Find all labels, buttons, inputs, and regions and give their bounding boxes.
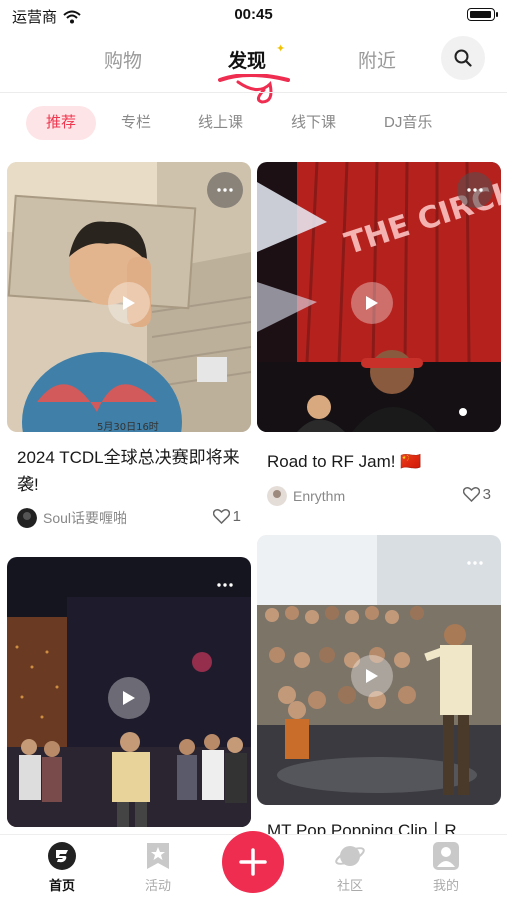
chip-recommended[interactable]: 推荐 bbox=[26, 106, 96, 140]
planet-icon bbox=[335, 846, 365, 866]
play-button[interactable] bbox=[351, 655, 393, 697]
plus-icon bbox=[239, 848, 267, 876]
status-bar: 运营商 00:45 bbox=[0, 0, 507, 30]
bottom-tab-bar: 首页 活动 社区 我的 bbox=[0, 831, 507, 900]
more-options-button[interactable] bbox=[457, 172, 493, 208]
tab-community-label: 社区 bbox=[336, 878, 363, 893]
card-author[interactable]: Soul话要喱啪 bbox=[17, 508, 127, 528]
more-dots-icon bbox=[217, 583, 233, 587]
header-divider bbox=[0, 92, 507, 93]
create-post-button[interactable] bbox=[222, 831, 284, 893]
like-number: 1 bbox=[232, 508, 241, 525]
more-dots-icon bbox=[467, 188, 483, 192]
more-options-button[interactable] bbox=[457, 545, 493, 581]
feed-card[interactable]: MT Pop Popping Clip丨R bbox=[257, 535, 501, 834]
more-options-button[interactable] bbox=[207, 172, 243, 208]
chip-columns[interactable]: 专栏 bbox=[121, 106, 151, 140]
sparkle-icon: ✦ bbox=[276, 43, 286, 55]
search-icon bbox=[454, 49, 472, 67]
play-button[interactable] bbox=[108, 282, 150, 324]
active-tab-underline-icon bbox=[218, 74, 290, 104]
status-time: 00:45 bbox=[234, 6, 273, 23]
heart-icon bbox=[462, 487, 480, 502]
home-logo-icon bbox=[48, 842, 76, 870]
more-options-button[interactable] bbox=[207, 567, 243, 603]
tab-home[interactable]: 首页 bbox=[32, 841, 92, 894]
card-author[interactable]: Enrythm bbox=[267, 486, 345, 506]
thumbnail-caption: 5月30日16时 bbox=[97, 421, 159, 432]
person-icon bbox=[433, 842, 459, 870]
top-nav: 购物 发现 ✦ 附近 bbox=[0, 32, 507, 104]
like-count[interactable]: 1 bbox=[212, 508, 241, 525]
tab-nearby[interactable]: 附近 bbox=[358, 46, 396, 73]
avatar bbox=[267, 486, 287, 506]
tab-events-label: 活动 bbox=[144, 878, 171, 893]
like-count[interactable]: 3 bbox=[462, 486, 491, 503]
tab-shopping[interactable]: 购物 bbox=[104, 46, 142, 73]
heart-icon bbox=[212, 509, 230, 524]
play-icon bbox=[366, 296, 378, 310]
play-icon bbox=[366, 669, 378, 683]
card-title[interactable]: MT Pop Popping Clip丨R bbox=[267, 817, 495, 834]
more-dots-icon bbox=[217, 188, 233, 192]
search-button[interactable] bbox=[441, 36, 485, 80]
tab-community[interactable]: 社区 bbox=[320, 841, 380, 894]
video-thumbnail[interactable] bbox=[7, 557, 251, 827]
card-title[interactable]: 2024 TCDL全球总决赛即将来袭! bbox=[17, 444, 245, 498]
chip-offline-class[interactable]: 线下课 bbox=[291, 106, 336, 140]
avatar bbox=[17, 508, 37, 528]
feed-card[interactable] bbox=[7, 557, 251, 834]
play-icon bbox=[123, 296, 135, 310]
card-title[interactable]: Road to RF Jam! 🇨🇳 bbox=[267, 448, 495, 475]
battery-icon bbox=[467, 8, 498, 21]
feed-card[interactable]: THE CIRCLE Road to RF Jam! 🇨🇳 Enrythm 3 bbox=[257, 162, 501, 512]
tab-discover[interactable]: 发现 bbox=[228, 46, 266, 73]
category-chips: 推荐 专栏 线上课 线下课 DJ音乐 bbox=[0, 106, 507, 142]
author-name: Soul话要喱啪 bbox=[43, 510, 128, 526]
more-dots-icon bbox=[467, 561, 483, 565]
play-icon bbox=[123, 691, 135, 705]
tab-home-label: 首页 bbox=[48, 878, 75, 893]
play-button[interactable] bbox=[351, 282, 393, 324]
video-thumbnail[interactable]: 5月30日16时 bbox=[7, 162, 251, 432]
tab-mine[interactable]: 我的 bbox=[416, 841, 476, 894]
video-thumbnail[interactable] bbox=[257, 535, 501, 805]
feed-card[interactable]: 5月30日16时 2024 TCDL全球总决赛即将来袭! Soul话要喱啪 1 bbox=[7, 162, 251, 532]
tab-mine-label: 我的 bbox=[432, 878, 459, 893]
chip-dj-music[interactable]: DJ音乐 bbox=[384, 106, 432, 140]
play-button[interactable] bbox=[108, 677, 150, 719]
author-name: Enrythm bbox=[293, 488, 346, 504]
video-thumbnail[interactable]: THE CIRCLE bbox=[257, 162, 501, 432]
like-number: 3 bbox=[482, 486, 491, 503]
tab-events[interactable]: 活动 bbox=[128, 841, 188, 894]
star-bookmark-icon bbox=[147, 843, 169, 869]
chip-online-class[interactable]: 线上课 bbox=[198, 106, 243, 140]
